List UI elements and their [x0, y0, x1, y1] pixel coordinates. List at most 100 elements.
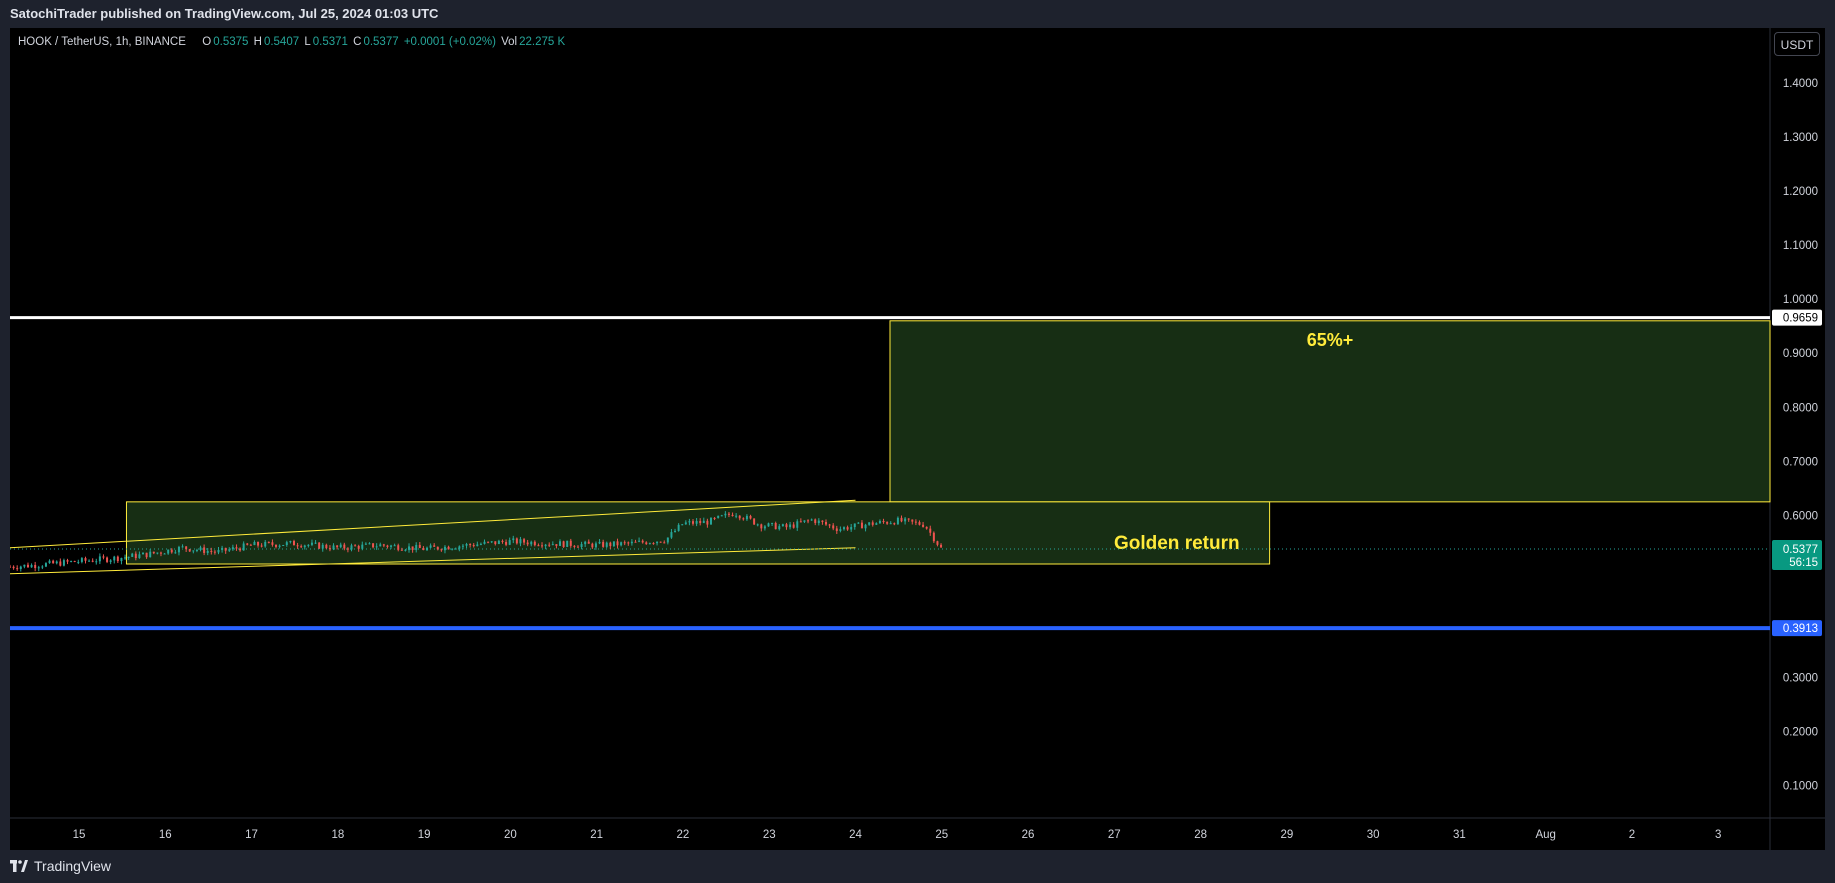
countdown-tag: 56:15	[1789, 557, 1818, 569]
candle-body	[321, 544, 324, 549]
tradingview-logo[interactable]: TradingView	[10, 858, 111, 874]
candle-body	[896, 517, 899, 525]
candle-body	[555, 544, 558, 546]
candle-body	[774, 522, 777, 530]
x-tick-label: 25	[935, 829, 948, 841]
low-value: 0.5371	[312, 36, 348, 48]
x-tick-label: 30	[1367, 829, 1380, 841]
candle-body	[393, 545, 396, 547]
candle-body	[289, 541, 292, 543]
candle-body	[904, 518, 907, 522]
x-tick-label: Aug	[1535, 829, 1555, 841]
x-tick-label: 29	[1280, 829, 1293, 841]
candle-body	[695, 520, 698, 524]
candle-body	[778, 526, 781, 530]
candle-body	[325, 544, 328, 549]
candle-body	[832, 525, 835, 529]
candle-body	[303, 545, 306, 548]
candle-body	[379, 544, 382, 547]
candle-body	[95, 561, 98, 563]
candle-body	[789, 524, 792, 528]
candle-body	[443, 546, 446, 551]
candle-body	[515, 538, 518, 544]
candle-body	[674, 530, 677, 533]
candle-body	[875, 523, 878, 525]
candle-body	[343, 544, 346, 549]
candle-body	[652, 543, 655, 545]
y-tick-label: 0.1000	[1783, 781, 1818, 793]
candle-body	[767, 523, 770, 527]
candle-body	[10, 566, 11, 568]
candle-body	[310, 542, 313, 545]
candle-body	[23, 564, 26, 567]
candle-body	[318, 542, 321, 549]
candle-body	[461, 545, 464, 547]
candle-body	[512, 538, 515, 541]
candle-body	[235, 547, 238, 549]
candle-body	[781, 524, 784, 527]
candle-body	[440, 549, 443, 551]
candle-body	[835, 528, 838, 531]
candle-body	[713, 517, 716, 519]
x-tick-label: 21	[590, 829, 603, 841]
candle-body	[282, 544, 285, 546]
candle-body	[170, 549, 173, 553]
candle-body	[361, 544, 364, 549]
candle-body	[756, 524, 759, 526]
candle-body	[195, 549, 198, 551]
candle-body	[796, 521, 799, 528]
close-value: 0.5377	[363, 36, 399, 48]
candle-body	[454, 548, 457, 550]
symbol-title[interactable]: HOOK / TetherUS, 1h, BINANCE	[18, 36, 186, 48]
candle-body	[368, 543, 371, 545]
candle-body	[350, 545, 353, 550]
candle-body	[70, 561, 73, 563]
candle-body	[677, 524, 680, 531]
candle-body	[670, 532, 673, 538]
candle-body	[433, 545, 436, 547]
candle-body	[364, 543, 367, 545]
candle-body	[483, 541, 486, 544]
candle-body	[548, 544, 551, 546]
candle-body	[627, 542, 630, 544]
support-price-tag: 0.3913	[1783, 623, 1818, 635]
candle-body	[753, 518, 756, 525]
candle-body	[422, 548, 425, 551]
candle-body	[34, 564, 37, 569]
candle-body	[138, 554, 141, 559]
x-tick-label: 19	[418, 829, 431, 841]
candle-body	[62, 560, 65, 566]
currency-button[interactable]: USDT	[1774, 32, 1820, 56]
x-tick-label: 2	[1629, 829, 1635, 841]
candle-body	[871, 522, 874, 525]
candle-body	[900, 517, 903, 522]
candle-body	[864, 524, 867, 529]
y-tick-label: 1.0000	[1783, 294, 1818, 306]
candle-body	[620, 542, 623, 546]
candle-body	[177, 546, 180, 553]
candle-body	[497, 540, 500, 545]
candle-body	[591, 543, 594, 548]
candle-body	[221, 547, 224, 550]
candle-body	[19, 566, 22, 569]
candle-body	[91, 560, 94, 562]
candle-body	[537, 545, 540, 547]
candle-body	[239, 548, 242, 551]
candle-body	[580, 544, 583, 548]
candle-body	[699, 520, 702, 524]
candle-body	[519, 539, 522, 544]
candle-body	[814, 519, 817, 524]
candle-body	[566, 540, 569, 547]
candle-body	[663, 542, 666, 544]
candle-body	[616, 541, 619, 546]
x-tick-label: 28	[1194, 829, 1207, 841]
price-chart[interactable]: 65%+ Golden return 1.4000 1.3000 1.2000 1.10…	[10, 28, 1825, 850]
candle-body	[458, 546, 461, 549]
candle-body	[760, 524, 763, 529]
candle-body	[630, 541, 633, 544]
candle-body	[562, 541, 565, 547]
candle-body	[80, 558, 83, 562]
candle-body	[684, 522, 687, 525]
close-label: C	[353, 36, 362, 48]
x-tick-label: 3	[1715, 829, 1721, 841]
